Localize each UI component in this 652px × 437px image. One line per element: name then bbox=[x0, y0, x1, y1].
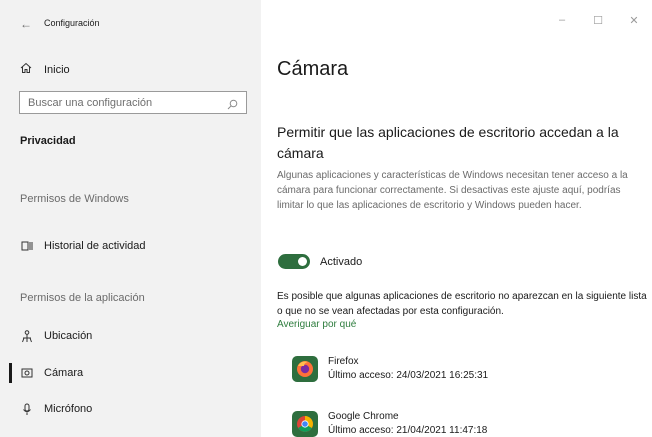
app-last-access: Último acceso: 24/03/2021 16:25:31 bbox=[328, 370, 489, 381]
apps-note: Es posible que algunas aplicaciones de e… bbox=[277, 291, 647, 317]
nav-home[interactable]: Inicio bbox=[20, 61, 70, 79]
camera-icon bbox=[20, 366, 34, 380]
back-arrow-icon[interactable]: ← bbox=[20, 17, 32, 31]
window-title: Configuración bbox=[44, 18, 100, 28]
search-box[interactable] bbox=[19, 91, 247, 114]
section-heading: Permitir que las aplicaciones de escrito… bbox=[277, 124, 619, 161]
microphone-icon bbox=[20, 402, 34, 416]
page-title: Cámara bbox=[277, 58, 349, 80]
app-last-access: Último acceso: 21/04/2021 11:47:18 bbox=[328, 425, 488, 436]
chrome-icon bbox=[292, 411, 318, 437]
activity-history-icon bbox=[20, 239, 34, 253]
learn-why-link[interactable]: Averiguar por qué bbox=[277, 319, 356, 330]
group-label-windows-permissions: Permisos de Windows bbox=[20, 193, 129, 205]
sidebar-item-label: Ubicación bbox=[44, 330, 93, 342]
activity-history-label: Historial de actividad bbox=[44, 240, 146, 252]
maximize-button[interactable]: ☐ bbox=[580, 10, 616, 30]
minimize-button[interactable]: – bbox=[544, 10, 580, 30]
sidebar-item-microphone[interactable]: Micrófono bbox=[20, 399, 92, 419]
section-title-privacy: Privacidad bbox=[20, 135, 76, 147]
firefox-icon bbox=[292, 356, 318, 382]
app-entry-firefox: Firefox Último acceso: 24/03/2021 16:25:… bbox=[292, 355, 488, 383]
sidebar-item-label: Cámara bbox=[44, 367, 84, 379]
search-input[interactable] bbox=[20, 92, 220, 113]
location-icon bbox=[20, 329, 34, 343]
sidebar-item-activity-history[interactable]: Historial de actividad bbox=[20, 236, 146, 256]
section-description: Algunas aplicaciones y características d… bbox=[277, 170, 628, 211]
camera-toggle-row[interactable]: Activado bbox=[278, 254, 362, 269]
sidebar-item-label: Micrófono bbox=[44, 403, 93, 415]
home-icon bbox=[20, 61, 32, 79]
main-content: – ☐ ✕ Cámara Permitir que las aplicacion… bbox=[261, 0, 652, 437]
app-name: Firefox bbox=[328, 356, 359, 367]
toggle-state-label: Activado bbox=[320, 255, 363, 268]
app-entry-chrome: Google Chrome Último acceso: 21/04/2021 … bbox=[292, 410, 487, 437]
search-icon[interactable] bbox=[227, 97, 238, 115]
app-name: Google Chrome bbox=[328, 411, 399, 422]
sidebar-item-camera[interactable]: Cámara bbox=[20, 363, 83, 383]
sidebar: ← Configuración Inicio Privacidad Permis… bbox=[0, 0, 261, 437]
sidebar-item-location[interactable]: Ubicación bbox=[20, 326, 92, 346]
group-label-app-permissions: Permisos de la aplicación bbox=[20, 292, 145, 304]
selected-indicator bbox=[9, 363, 12, 383]
window-controls: – ☐ ✕ bbox=[544, 10, 652, 30]
close-button[interactable]: ✕ bbox=[616, 10, 652, 30]
camera-access-toggle[interactable] bbox=[278, 254, 310, 269]
home-label: Inicio bbox=[44, 64, 70, 76]
